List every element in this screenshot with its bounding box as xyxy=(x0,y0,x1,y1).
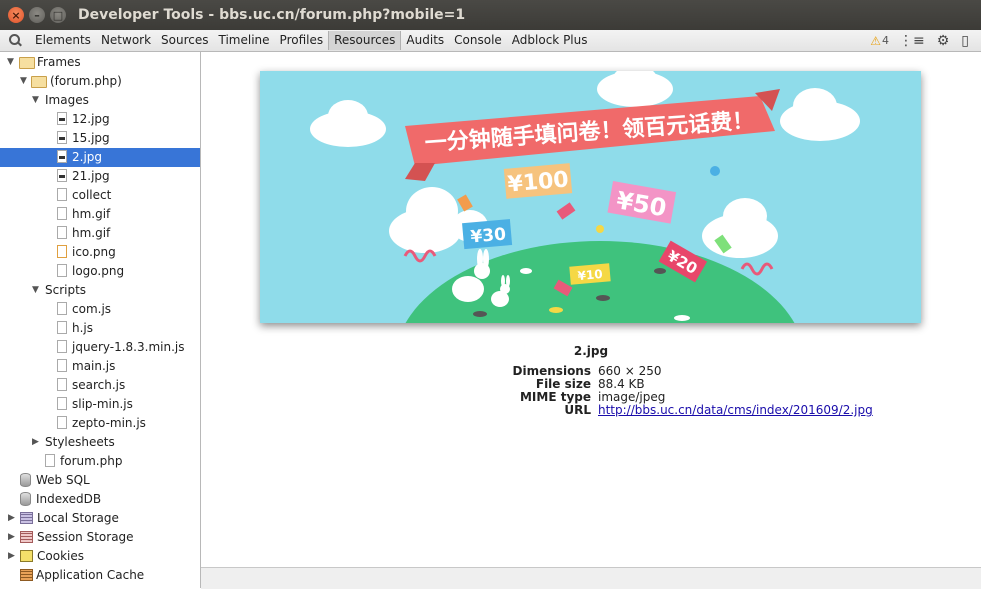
resource-preview-panel: 一分钟随手填问卷！领百元话费！ ¥100 ¥50 ¥30 ¥20 ¥10 2.j… xyxy=(201,52,981,588)
banner-image: 一分钟随手填问卷！领百元话费！ ¥100 ¥50 ¥30 ¥20 ¥10 xyxy=(260,71,921,323)
collapsed-arrow-icon[interactable]: ▶ xyxy=(8,509,15,528)
tab-elements[interactable]: Elements xyxy=(30,31,96,50)
database-icon xyxy=(20,473,31,487)
document-file-icon xyxy=(45,454,55,467)
expanded-arrow-icon[interactable]: ▼ xyxy=(7,53,14,72)
tag-10: ¥10 xyxy=(577,267,603,283)
tab-profiles[interactable]: Profiles xyxy=(275,31,329,50)
script-file-icon xyxy=(57,397,67,410)
window-title: Developer Tools - bbs.uc.cn/forum.php?mo… xyxy=(78,7,466,23)
script-file-icon xyxy=(57,321,67,334)
script-file-icon xyxy=(57,302,67,315)
script-file-icon xyxy=(57,416,67,429)
warning-icon: ⚠ xyxy=(870,33,881,48)
script-item[interactable]: zepto-min.js xyxy=(0,414,200,433)
expanded-arrow-icon[interactable]: ▼ xyxy=(32,91,39,110)
tag-30: ¥30 xyxy=(470,224,507,247)
image-url-link[interactable]: http://bbs.uc.cn/data/cms/index/201609/2… xyxy=(598,403,873,417)
cookie-icon xyxy=(20,550,33,562)
warnings-counter[interactable]: ⚠ 4 xyxy=(870,34,889,48)
tree-item-local-storage[interactable]: ▶ Local Storage xyxy=(0,509,200,528)
resources-sidebar: ▼ Frames ▼ (forum.php) ▼ Images 12.jpg 1… xyxy=(0,52,201,588)
tree-item-session-storage[interactable]: ▶ Session Storage xyxy=(0,528,200,547)
image-item[interactable]: collect xyxy=(0,186,200,205)
tree-item-application-cache[interactable]: Application Cache xyxy=(0,566,200,585)
script-item[interactable]: search.js xyxy=(0,376,200,395)
tree-item-images[interactable]: ▼ Images xyxy=(0,91,200,110)
script-file-icon xyxy=(57,340,67,353)
image-file-name: 2.jpg xyxy=(573,344,609,358)
script-item[interactable]: slip-min.js xyxy=(0,395,200,414)
favicon-file-icon xyxy=(57,245,67,258)
tab-timeline[interactable]: Timeline xyxy=(214,31,275,50)
tab-network[interactable]: Network xyxy=(96,31,156,50)
tree-item-frame[interactable]: ▼ (forum.php) xyxy=(0,72,200,91)
database-icon xyxy=(20,492,31,506)
script-file-icon xyxy=(57,359,67,372)
url-label-wrap: URL xyxy=(401,404,591,417)
tree-item-document[interactable]: forum.php xyxy=(0,452,200,471)
tree-item-web-sql[interactable]: Web SQL xyxy=(0,471,200,490)
image-file-icon xyxy=(57,150,67,163)
image-item[interactable]: 21.jpg xyxy=(0,167,200,186)
file-icon xyxy=(57,226,67,239)
storage-grid-icon xyxy=(20,512,33,524)
maximize-window-button[interactable]: □ xyxy=(50,7,66,23)
image-file-icon xyxy=(57,131,67,144)
folder-icon xyxy=(19,57,35,69)
tab-console[interactable]: Console xyxy=(449,31,507,50)
console-drawer-icon[interactable]: ⋮≡ xyxy=(899,33,925,49)
mime-label-wrap: MIME type xyxy=(401,391,591,404)
url-label: URL xyxy=(564,403,591,417)
image-item[interactable]: logo.png xyxy=(0,262,200,281)
folder-icon xyxy=(31,76,47,88)
tab-sources[interactable]: Sources xyxy=(156,31,213,50)
devtools-toolbar: Elements Network Sources Timeline Profil… xyxy=(0,30,981,52)
tree-item-indexeddb[interactable]: IndexedDB xyxy=(0,490,200,509)
tab-resources[interactable]: Resources xyxy=(328,31,402,50)
minimize-window-button[interactable]: – xyxy=(29,7,45,23)
collapsed-arrow-icon[interactable]: ▶ xyxy=(8,547,15,566)
status-bar xyxy=(201,567,981,589)
storage-grid-icon xyxy=(20,531,33,543)
image-item[interactable]: 12.jpg xyxy=(0,110,200,129)
image-item-selected[interactable]: 2.jpg xyxy=(0,148,200,167)
script-item[interactable]: h.js xyxy=(0,319,200,338)
image-item[interactable]: 15.jpg xyxy=(0,129,200,148)
close-window-button[interactable]: × xyxy=(8,7,24,23)
file-icon xyxy=(57,188,67,201)
title-bar: × – □ Developer Tools - bbs.uc.cn/forum.… xyxy=(0,0,981,30)
search-icon[interactable] xyxy=(9,33,23,48)
image-item[interactable]: ico.png xyxy=(0,243,200,262)
image-preview: 一分钟随手填问卷！领百元话费！ ¥100 ¥50 ¥30 ¥20 ¥10 xyxy=(260,71,921,323)
script-item[interactable]: jquery-1.8.3.min.js xyxy=(0,338,200,357)
file-icon xyxy=(57,207,67,220)
collapsed-arrow-icon[interactable]: ▶ xyxy=(8,528,15,547)
warning-count: 4 xyxy=(881,34,889,47)
script-item[interactable]: com.js xyxy=(0,300,200,319)
tree-item-cookies[interactable]: ▶ Cookies xyxy=(0,547,200,566)
script-item[interactable]: main.js xyxy=(0,357,200,376)
tree-item-scripts[interactable]: ▼ Scripts xyxy=(0,281,200,300)
file-icon xyxy=(57,264,67,277)
expanded-arrow-icon[interactable]: ▼ xyxy=(32,281,39,300)
tag-100: ¥100 xyxy=(507,167,570,197)
gear-icon[interactable]: ⚙ xyxy=(937,33,950,49)
script-file-icon xyxy=(57,378,67,391)
app-cache-icon xyxy=(20,569,33,581)
collapsed-arrow-icon[interactable]: ▶ xyxy=(32,433,39,452)
tab-audits[interactable]: Audits xyxy=(401,31,449,50)
image-item[interactable]: hm.gif xyxy=(0,224,200,243)
dock-icon[interactable]: ▯ xyxy=(961,33,969,49)
image-details: 2.jpg xyxy=(201,344,981,358)
tab-adblock-plus[interactable]: Adblock Plus xyxy=(507,31,593,50)
image-item[interactable]: hm.gif xyxy=(0,205,200,224)
expanded-arrow-icon[interactable]: ▼ xyxy=(20,72,27,91)
image-file-icon xyxy=(57,169,67,182)
tree-item-frames[interactable]: ▼ Frames xyxy=(0,53,200,72)
image-file-icon xyxy=(57,112,67,125)
tree-item-stylesheets[interactable]: ▶ Stylesheets xyxy=(0,433,200,452)
